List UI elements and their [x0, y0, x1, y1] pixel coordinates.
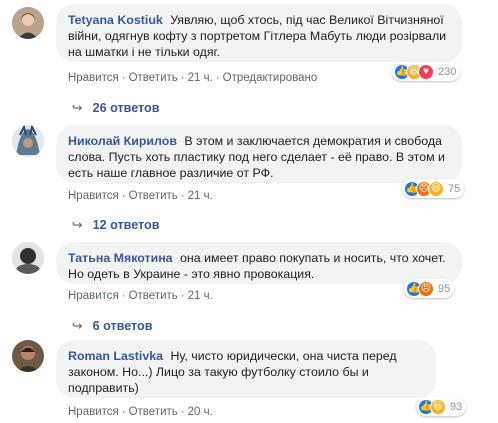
reply-arrow-icon: ↪: [72, 218, 83, 232]
edited-label[interactable]: Отредактировано: [223, 72, 318, 84]
reaction-count: 95: [438, 282, 451, 295]
haha-icon: 😆: [430, 398, 446, 415]
reply-button[interactable]: Ответить: [129, 190, 178, 202]
view-replies-button[interactable]: ↪ 26 ответов: [72, 100, 159, 115]
like-button[interactable]: Нравится: [68, 290, 119, 302]
comment-author[interactable]: Tetyana Kostiuk: [68, 13, 163, 27]
like-button[interactable]: Нравится: [68, 72, 119, 84]
reaction-count: 93: [450, 400, 463, 413]
haha-icon: 😆: [428, 180, 444, 197]
view-replies-button[interactable]: ↪ 6 ответов: [72, 318, 152, 333]
replies-count: 12 ответов: [92, 218, 160, 232]
comment-time[interactable]: 21 ч.: [188, 72, 213, 84]
reaction-summary[interactable]: 👍 😆 ♥ 230: [392, 62, 461, 81]
reply-button[interactable]: Ответить: [129, 406, 178, 418]
comment-bubble: Tetyana Kostiuk Уявляю, щоб хтось, під ч…: [56, 4, 462, 62]
comment-time[interactable]: 21 ч.: [188, 190, 213, 202]
like-button[interactable]: Нравится: [68, 190, 119, 202]
avatar[interactable]: [12, 340, 44, 372]
avatar[interactable]: [12, 242, 44, 274]
reaction-summary[interactable]: 👍 😠 😆 75: [402, 179, 465, 198]
avatar[interactable]: [12, 7, 44, 39]
reply-arrow-icon: ↪: [72, 101, 83, 115]
comment-actions: Нравится · Ответить · 21 ч.: [68, 190, 213, 202]
like-button[interactable]: Нравится: [68, 406, 119, 418]
comment-actions: Нравится · Ответить · 21 ч. · Отредактировано: [68, 72, 318, 84]
comment-author[interactable]: Татьна Мякотина: [68, 251, 173, 265]
comment-bubble: Roman Lastivka Ну, чисто юридически, она…: [56, 340, 436, 398]
comment-actions: Нравится · Ответить · 21 ч.: [68, 290, 213, 302]
reaction-count: 230: [438, 65, 457, 78]
love-icon: ♥: [418, 63, 434, 80]
comment-time[interactable]: 20 ч.: [188, 406, 213, 418]
reaction-summary[interactable]: 👍 😆 93: [416, 397, 467, 416]
angry-icon: 😠: [418, 280, 434, 297]
avatar[interactable]: [12, 125, 44, 157]
reaction-summary[interactable]: 👍 😠 95: [404, 279, 455, 298]
reply-button[interactable]: Ответить: [129, 72, 178, 84]
reply-arrow-icon: ↪: [72, 319, 83, 333]
comment-actions: Нравится · Ответить · 20 ч.: [68, 406, 213, 418]
comment-time[interactable]: 21 ч.: [188, 290, 213, 302]
reply-button[interactable]: Ответить: [129, 290, 178, 302]
comment-bubble: Татьна Мякотина она имеет право покупать…: [56, 242, 462, 284]
comment-bubble: Николай Кирилов В этом и заключается дем…: [56, 125, 462, 183]
reaction-count: 75: [448, 182, 461, 195]
replies-count: 26 ответов: [92, 101, 160, 115]
comment-author[interactable]: Roman Lastivka: [68, 349, 163, 363]
replies-count: 6 ответов: [92, 319, 153, 333]
view-replies-button[interactable]: ↪ 12 ответов: [72, 217, 159, 232]
comment-author[interactable]: Николай Кирилов: [68, 134, 177, 148]
